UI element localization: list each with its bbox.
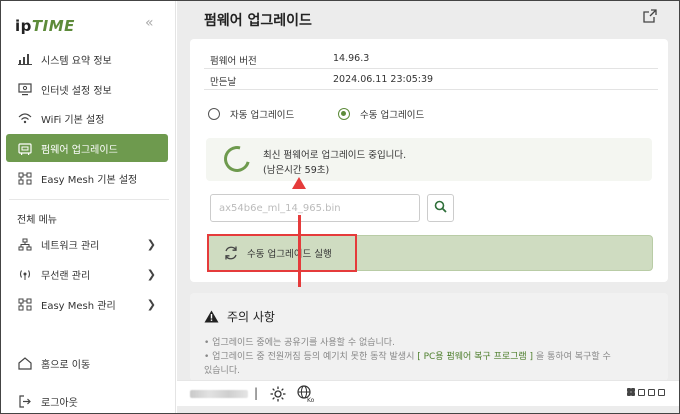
loading-spinner-icon [219,141,255,177]
bar-chart-icon [16,53,34,65]
refresh-icon [223,245,239,261]
monitor-icon [16,82,34,96]
sidebar-item-label: 무선랜 관리 [41,270,91,282]
manual-upgrade-execute-button[interactable]: 수동 업그레이드 실행 [207,234,357,272]
iptime-logo: ipTIME [15,17,75,35]
sidebar-item-label: 인터넷 설정 정보 [41,85,112,97]
sidebar-item-wireless[interactable]: 무선랜 관리 ❯ [6,260,168,288]
separator: | [254,386,259,400]
info-label-version: 펌웨어 버전 [210,56,257,67]
progress-remaining: (남은시간 59초) [263,165,330,176]
progress-box: 최신 펌웨어로 업그레이드 중입니다. (남은시간 59초) [206,138,652,181]
sidebar-divider [9,199,169,200]
sidebar-item-easymesh-basic[interactable]: Easy Mesh 기본 설정 [6,164,168,192]
layout-square-icon[interactable] [658,389,665,396]
layout-small-icon[interactable] [627,392,631,396]
notes-title-text: 주의 사항 [227,310,275,324]
radio-label: 자동 업그레이드 [230,110,295,121]
wifi-icon [16,112,34,124]
note-line: • 업그레이드 중에는 공유기를 사용할 수 없습니다. [204,338,395,348]
sidebar-item-label: WiFi 기본 설정 [41,114,105,126]
svg-text:Ko: Ko [307,397,315,403]
info-value-date: 2024.06.11 23:05:39 [333,74,434,85]
export-icon[interactable] [643,9,657,26]
theme-toggle-icon[interactable] [270,386,286,405]
mesh-icon [16,172,34,185]
sidebar-item-system-summary[interactable]: 시스템 요약 정보 [6,45,168,73]
home-link[interactable]: 홈으로 이동 [6,349,168,377]
bottom-bar: | Ko [177,380,679,406]
row-divider [204,68,658,69]
firmware-card: 펌웨어 버전 14.96.3 만든날 2024.06.11 23:05:39 자… [190,39,668,287]
execute-label: 수동 업그레이드 실행 [247,249,332,260]
radio-label: 수동 업그레이드 [360,110,425,121]
logout-link[interactable]: 로그아웃 [6,387,168,414]
sidebar-item-easymesh-admin[interactable]: Easy Mesh 관리 ❯ [6,290,168,318]
sidebar-item-firmware[interactable]: 펌웨어 업그레이드 [6,134,168,162]
sidebar-item-network[interactable]: 네트워크 관리 ❯ [6,230,168,258]
sidebar-item-label: 네트워크 관리 [41,240,100,252]
home-label: 홈으로 이동 [41,359,91,371]
file-input-placeholder: ax54b6e_ml_14_965.bin [219,202,341,214]
notes-title: 주의 사항 [204,308,275,325]
sidebar-item-label: Easy Mesh 기본 설정 [41,174,138,186]
network-icon [16,238,34,251]
info-label-date: 만든날 [210,77,237,88]
radio-manual-upgrade[interactable]: 수동 업그레이드 [338,107,424,121]
language-globe-icon[interactable]: Ko [297,385,315,406]
blurred-version-text [190,390,248,398]
wireless-icon [16,268,34,281]
logout-label: 로그아웃 [41,397,78,409]
recovery-program-link[interactable]: [ PC용 펌웨어 복구 프로그램 ] [417,352,533,362]
sidebar-item-label: 펌웨어 업그레이드 [41,144,118,156]
row-divider [204,89,658,90]
firmware-file-input[interactable]: ax54b6e_ml_14_965.bin [210,194,420,222]
chevron-right-icon: ❯ [146,237,156,251]
sidebar-item-internet[interactable]: 인터넷 설정 정보 [6,75,168,103]
radio-auto-upgrade[interactable]: 자동 업그레이드 [208,107,294,121]
firmware-icon [16,142,34,155]
collapse-sidebar-icon[interactable]: « [145,15,154,31]
chevron-right-icon: ❯ [146,297,156,311]
home-icon [16,356,34,370]
annotation-arrow-head [292,177,306,189]
main-content: 펌웨어 업그레이드 펌웨어 버전 14.96.3 만든날 2024.06.11 … [177,1,679,413]
sidebar-item-label: Easy Mesh 관리 [41,300,116,312]
layout-square-icon[interactable] [648,389,655,396]
layout-toggle-icons[interactable] [627,389,665,396]
progress-message: 최신 펌웨어로 업그레이드 중입니다. [263,150,407,161]
logout-icon [16,394,34,408]
search-icon [434,200,447,216]
sidebar-item-label: 시스템 요약 정보 [41,55,112,67]
layout-square-icon[interactable] [638,389,645,396]
sidebar-item-wifi[interactable]: WiFi 기본 설정 [6,104,168,132]
radio-circle-selected[interactable] [338,108,350,120]
radio-circle[interactable] [208,108,220,120]
info-value-version: 14.96.3 [333,53,370,64]
section-label-all-menu: 전체 메뉴 [17,215,57,226]
file-search-button[interactable] [427,194,454,222]
annotation-arrow-shaft [298,215,301,287]
page-title: 펌웨어 업그레이드 [204,13,312,29]
chevron-right-icon: ❯ [146,267,156,281]
notes-card: 주의 사항 • 업그레이드 중에는 공유기를 사용할 수 없습니다. • 업그레… [190,293,668,381]
mesh-icon [16,298,34,311]
sidebar: ipTIME « 시스템 요약 정보 인터넷 설정 정보 WiFi 기본 설정 … [1,1,176,413]
warning-icon [204,310,219,323]
note-line: 있습니다. [204,366,240,376]
note-line: • 업그레이드 중 전원꺼짐 등의 예기치 못한 동작 발생시 [ PC용 펌웨… [204,352,611,362]
